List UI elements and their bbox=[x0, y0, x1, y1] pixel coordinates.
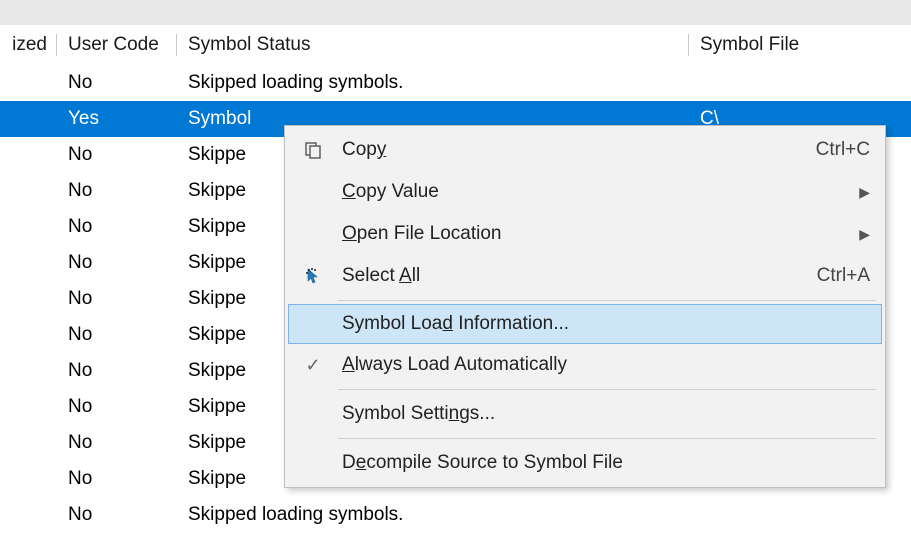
menu-separator bbox=[338, 300, 876, 301]
menu-item-label: Symbol Settings... bbox=[332, 403, 870, 425]
cell-user-code: No bbox=[58, 285, 178, 313]
chevron-right-icon: ▶ bbox=[849, 226, 870, 243]
column-header-user-code[interactable]: User Code bbox=[58, 28, 178, 62]
menu-item-copy[interactable]: CopyCtrl+C bbox=[288, 129, 882, 171]
menu-item-symbol-load[interactable]: Symbol Load Information... bbox=[288, 304, 882, 344]
cell-symbol-file bbox=[690, 512, 911, 518]
column-header-symbol-status[interactable]: Symbol Status bbox=[178, 28, 690, 62]
cell-user-code: No bbox=[58, 429, 178, 457]
column-header-symbol-file[interactable]: Symbol File bbox=[690, 28, 911, 62]
menu-item-label: Always Load Automatically bbox=[332, 354, 870, 376]
menu-item-label: Decompile Source to Symbol File bbox=[332, 452, 870, 474]
cell-user-code: No bbox=[58, 177, 178, 205]
context-menu: CopyCtrl+CCopy Value▶Open File Location▶… bbox=[284, 125, 886, 488]
menu-item-label: Copy Value bbox=[332, 181, 849, 203]
column-header-optimized[interactable]: ized bbox=[0, 28, 58, 62]
cell-symbol-status: Skipped loading symbols. bbox=[178, 69, 690, 97]
menu-item-label: Symbol Load Information... bbox=[332, 313, 870, 335]
cell-user-code: No bbox=[58, 69, 178, 97]
cell-optimized bbox=[0, 152, 58, 158]
cell-user-code: Yes bbox=[58, 105, 178, 133]
table-row[interactable]: NoSkipped loading symbols. bbox=[0, 497, 911, 533]
cell-optimized bbox=[0, 368, 58, 374]
cell-user-code: No bbox=[58, 465, 178, 493]
menu-item-always-load[interactable]: ✓ Always Load Automatically bbox=[288, 344, 882, 386]
cell-optimized bbox=[0, 404, 58, 410]
copy-icon bbox=[303, 140, 323, 160]
cell-user-code: No bbox=[58, 321, 178, 349]
copy-icon-slot bbox=[294, 140, 332, 160]
menu-item-select-all[interactable]: Select AllCtrl+A bbox=[288, 255, 882, 297]
menu-shortcut: Ctrl+A bbox=[805, 265, 870, 287]
cell-optimized bbox=[0, 116, 58, 122]
cell-user-code: No bbox=[58, 357, 178, 385]
menu-item-open-file[interactable]: Open File Location▶ bbox=[288, 213, 882, 255]
cell-user-code: No bbox=[58, 501, 178, 529]
cell-optimized bbox=[0, 476, 58, 482]
cell-optimized bbox=[0, 260, 58, 266]
cell-user-code: No bbox=[58, 249, 178, 277]
cell-optimized bbox=[0, 80, 58, 86]
chevron-right-icon: ▶ bbox=[849, 184, 870, 201]
menu-item-label: Open File Location bbox=[332, 223, 849, 245]
cell-optimized bbox=[0, 188, 58, 194]
cell-symbol-file bbox=[690, 80, 911, 86]
menu-separator bbox=[338, 389, 876, 390]
window-chrome-strip bbox=[0, 0, 911, 25]
cursor-icon-slot bbox=[294, 266, 332, 286]
menu-item-symbol-settings[interactable]: Symbol Settings... bbox=[288, 393, 882, 435]
menu-item-copy-value[interactable]: Copy Value▶ bbox=[288, 171, 882, 213]
menu-shortcut: Ctrl+C bbox=[804, 139, 870, 161]
cell-optimized bbox=[0, 440, 58, 446]
table-header-row: ized User Code Symbol Status Symbol File bbox=[0, 25, 911, 65]
cell-user-code: No bbox=[58, 213, 178, 241]
check-icon: ✓ bbox=[305, 355, 320, 376]
cursor-select-icon bbox=[303, 266, 323, 286]
cell-optimized bbox=[0, 332, 58, 338]
menu-item-label: Select All bbox=[332, 265, 805, 287]
cell-symbol-status: Skipped loading symbols. bbox=[178, 501, 690, 529]
cell-optimized bbox=[0, 296, 58, 302]
menu-item-label: Copy bbox=[332, 139, 804, 161]
table-row[interactable]: NoSkipped loading symbols. bbox=[0, 65, 911, 101]
check-icon-slot: ✓ bbox=[294, 355, 332, 376]
cell-optimized bbox=[0, 224, 58, 230]
cell-user-code: No bbox=[58, 393, 178, 421]
cell-optimized bbox=[0, 512, 58, 518]
menu-item-decompile[interactable]: Decompile Source to Symbol File bbox=[288, 442, 882, 484]
cell-user-code: No bbox=[58, 141, 178, 169]
menu-separator bbox=[338, 438, 876, 439]
